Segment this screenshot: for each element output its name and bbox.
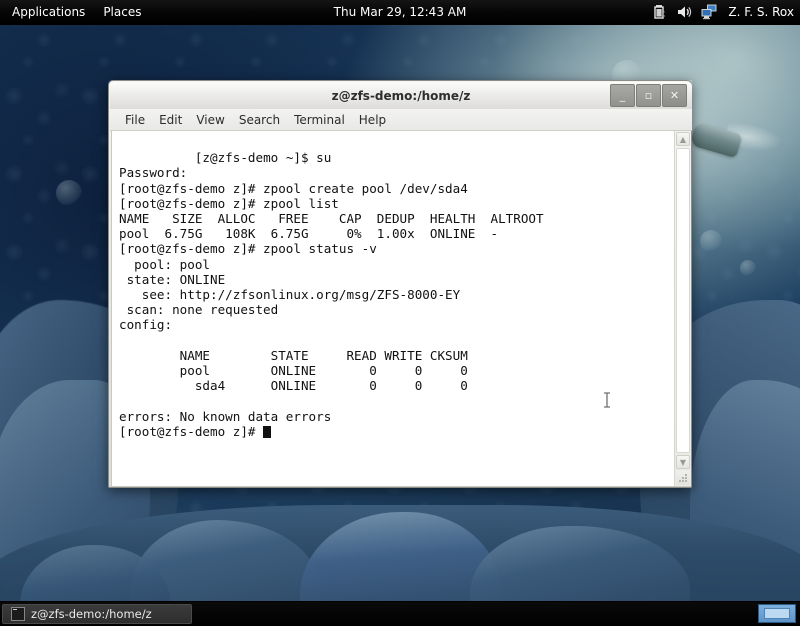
terminal-scrollbar[interactable]: ▲ ▼ [674, 131, 691, 486]
minimize-button[interactable]: _ [610, 84, 635, 107]
close-button[interactable]: ✕ [662, 84, 687, 107]
taskbar-item-terminal[interactable]: z@zfs-demo:/home/z [2, 604, 192, 624]
workspace-1[interactable] [758, 604, 796, 623]
workspace-switcher[interactable] [758, 604, 796, 623]
text-cursor [263, 425, 271, 438]
menu-terminal[interactable]: Terminal [287, 111, 352, 129]
terminal-menubar: File Edit View Search Terminal Help [110, 109, 692, 131]
menu-search[interactable]: Search [232, 111, 287, 129]
menu-file[interactable]: File [118, 111, 152, 129]
terminal-window[interactable]: z@zfs-demo:/home/z _ ▫ ✕ File Edit View … [108, 80, 692, 488]
taskbar-item-label: z@zfs-demo:/home/z [31, 607, 152, 621]
network-icon[interactable] [701, 4, 717, 20]
window-frame: z@zfs-demo:/home/z _ ▫ ✕ File Edit View … [108, 80, 692, 488]
wallpaper-bubble [700, 230, 722, 252]
resize-grip[interactable] [676, 471, 690, 485]
terminal-output[interactable]: [z@zfs-demo ~]$ su Password: [root@zfs-d… [112, 131, 674, 486]
wallpaper-bubble [740, 260, 756, 276]
system-tray: Z. F. S. Rox [651, 0, 794, 24]
applications-menu[interactable]: Applications [4, 1, 93, 23]
scroll-down-icon[interactable]: ▼ [676, 455, 690, 469]
workspace-preview [764, 608, 790, 619]
window-titlebar[interactable]: z@zfs-demo:/home/z [110, 82, 692, 110]
top-panel: Applications Places Thu Mar 29, 12:43 AM [0, 0, 800, 25]
desktop-screen: Applications Places Thu Mar 29, 12:43 AM [0, 0, 800, 626]
menu-help[interactable]: Help [352, 111, 393, 129]
window-title: z@zfs-demo:/home/z [331, 88, 471, 103]
terminal-prompt: [root@zfs-demo z]# [119, 423, 264, 439]
scrollbar-trough[interactable] [676, 148, 690, 453]
terminal-area[interactable]: [z@zfs-demo ~]$ su Password: [root@zfs-d… [111, 131, 691, 487]
terminal-scrollback: [z@zfs-demo ~]$ su Password: [root@zfs-d… [119, 150, 544, 424]
battery-icon[interactable] [651, 4, 667, 20]
terminal-icon [11, 607, 25, 621]
places-menu[interactable]: Places [95, 1, 149, 23]
wallpaper-bubble [56, 180, 82, 206]
user-menu[interactable]: Z. F. S. Rox [728, 5, 794, 19]
maximize-button[interactable]: ▫ [636, 84, 661, 107]
menu-edit[interactable]: Edit [152, 111, 189, 129]
menu-view[interactable]: View [189, 111, 231, 129]
bottom-panel: z@zfs-demo:/home/z [0, 601, 800, 626]
volume-icon[interactable] [676, 4, 692, 20]
scroll-up-icon[interactable]: ▲ [676, 132, 690, 146]
window-controls: _ ▫ ✕ [610, 84, 687, 107]
